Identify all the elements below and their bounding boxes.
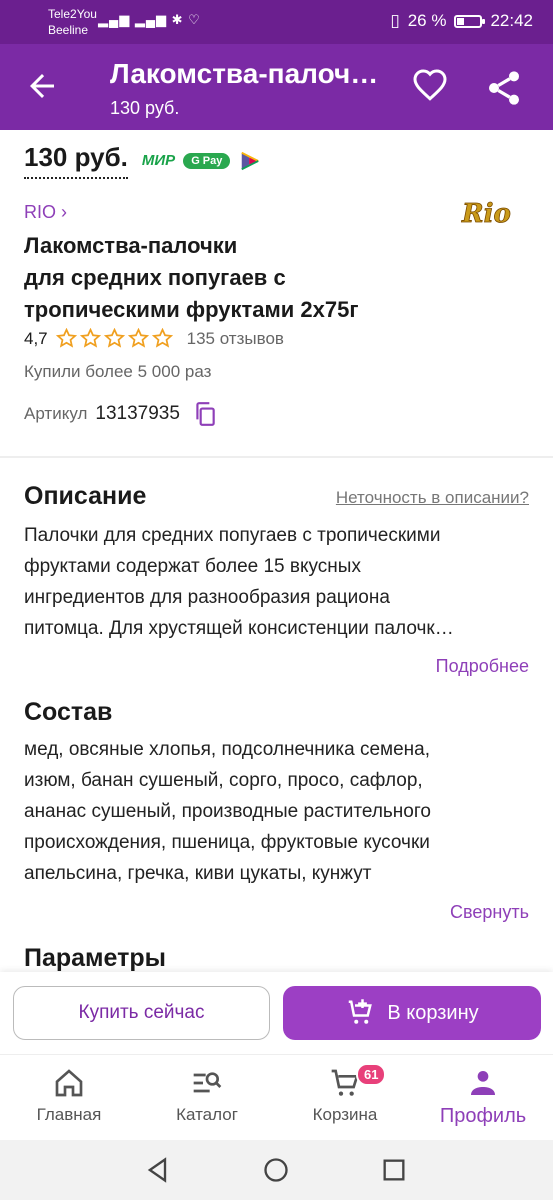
nav-home-label: Главная (36, 1105, 102, 1124)
nav-catalog-label: Каталог (176, 1105, 238, 1124)
profile-icon (471, 1071, 495, 1095)
carrier-1: Tele2You (48, 7, 97, 21)
mir-logo: МИР (141, 152, 176, 169)
bought-count: Купили более 5 000 раз (24, 362, 212, 381)
divider (0, 456, 553, 458)
rating-value: 4,7 (24, 328, 48, 348)
more-link[interactable]: Подробнее (436, 656, 529, 677)
product-title: Лакомства-палочки для средних попугаев с… (24, 230, 504, 326)
nav-profile-label: Профиль (439, 1105, 527, 1127)
carrier-2: Beeline (48, 23, 89, 37)
nav-cart[interactable]: 61 Корзина (276, 1055, 414, 1141)
nav-profile[interactable]: Профиль (414, 1055, 552, 1141)
description-line: питомца. Для хрустящей консистенции пало… (24, 618, 454, 639)
rating-row[interactable]: 4,7 135 отзывов (24, 328, 284, 349)
system-nav-bar (0, 1140, 553, 1200)
back-arrow-icon[interactable] (24, 68, 60, 104)
buy-now-button[interactable]: Купить сейчас (13, 986, 270, 1040)
action-bar: Купить сейчас В корзину (0, 972, 553, 1054)
composition-line: происхождения, пшеница, фруктовые кусочк… (24, 832, 430, 853)
page-title: Лакомства-палочки для средних попугаев с… (110, 58, 390, 89)
description-line: фруктами содержат более 15 вкусных (24, 556, 361, 577)
composition-text: мед, овсяные хлопья, подсолнечника семен… (24, 734, 529, 889)
star-icon (79, 328, 101, 348)
status-right: ▯ 26 % 22:42 (390, 11, 533, 31)
description-line: ингредиентов для разнообразия рациона (24, 587, 390, 608)
add-to-cart-label: В корзину (387, 1001, 479, 1024)
system-recents-icon[interactable] (380, 1156, 408, 1184)
nav-home[interactable]: Главная (0, 1055, 138, 1141)
description-text: Палочки для средних попугаев с тропическ… (24, 520, 529, 644)
battery-percent: 26 % (407, 11, 447, 30)
product-price[interactable]: 130 руб. (24, 142, 128, 179)
copy-icon[interactable] (192, 400, 218, 428)
composition-title: Состав (24, 698, 113, 726)
description-title: Описание (24, 482, 147, 510)
clock: 22:42 (490, 11, 533, 30)
composition-line: апельсина, гречка, киви цукаты, кунжут (24, 863, 372, 884)
inaccuracy-link[interactable]: Неточность в описании? (336, 488, 529, 508)
rating-stars (55, 328, 173, 349)
collapse-link[interactable]: Свернуть (450, 902, 529, 923)
carrier-names: Tele2You Beeline (48, 6, 97, 38)
brand-link[interactable]: RIO › (24, 202, 67, 223)
product-title-line: для средних попугаев с (24, 265, 286, 290)
heart-icon[interactable] (412, 68, 448, 104)
battery-icon (454, 14, 486, 28)
star-icon (103, 328, 125, 348)
bottom-nav: Главная Каталог 61 Корзина Профиль (0, 1054, 553, 1140)
article-value: 13137935 (95, 403, 180, 424)
nav-cart-label: Корзина (312, 1105, 378, 1124)
composition-line: изюм, банан сушеный, сорго, просо, сафло… (24, 770, 423, 791)
vibrate-icon: ▯ (390, 11, 400, 30)
cart-badge: 61 (356, 1063, 387, 1086)
price-row: 130 руб. МИР G Pay (24, 142, 262, 179)
status-bar: Tele2You Beeline ▂▄▆ ▂▄▆ ✱ ♡ ▯ 26 % 22:4… (0, 0, 553, 44)
system-back-icon[interactable] (144, 1156, 172, 1184)
catalog-search-icon (193, 1072, 222, 1093)
reviews-count[interactable]: 135 отзывов (187, 329, 284, 349)
nav-catalog[interactable]: Каталог (138, 1055, 276, 1141)
star-icon (151, 328, 173, 348)
product-title-line: тропическими фруктами 2х75г (24, 297, 359, 322)
star-icon (127, 328, 149, 348)
parameters-title: Параметры (24, 944, 166, 972)
cart-add-icon (349, 999, 373, 1024)
sbp-icon (241, 151, 260, 170)
gpay-badge: G Pay (183, 152, 231, 169)
composition-line: мед, овсяные хлопья, подсолнечника семен… (24, 739, 431, 760)
product-title-line: Лакомства-палочки (24, 233, 238, 258)
page-subtitle-price: 130 руб. (110, 98, 180, 118)
signal-icons: ▂▄▆ ▂▄▆ ✱ ♡ (98, 12, 201, 27)
article-label: Артикул (24, 404, 88, 423)
article-row: Артикул 13137935 (24, 400, 218, 428)
description-line: Палочки для средних попугаев с тропическ… (24, 525, 441, 546)
brand-logo-text: Rio (461, 199, 511, 229)
star-icon (55, 328, 77, 348)
add-to-cart-button[interactable]: В корзину (283, 986, 541, 1040)
share-icon[interactable] (484, 68, 524, 108)
home-icon (55, 1069, 83, 1097)
system-home-icon[interactable] (262, 1156, 290, 1184)
rio-brand-logo[interactable]: Rio (458, 192, 518, 232)
app-bar: Лакомства-палочки для средних попугаев с… (0, 44, 553, 130)
composition-line: ананас сушеный, производные растительног… (24, 801, 431, 822)
